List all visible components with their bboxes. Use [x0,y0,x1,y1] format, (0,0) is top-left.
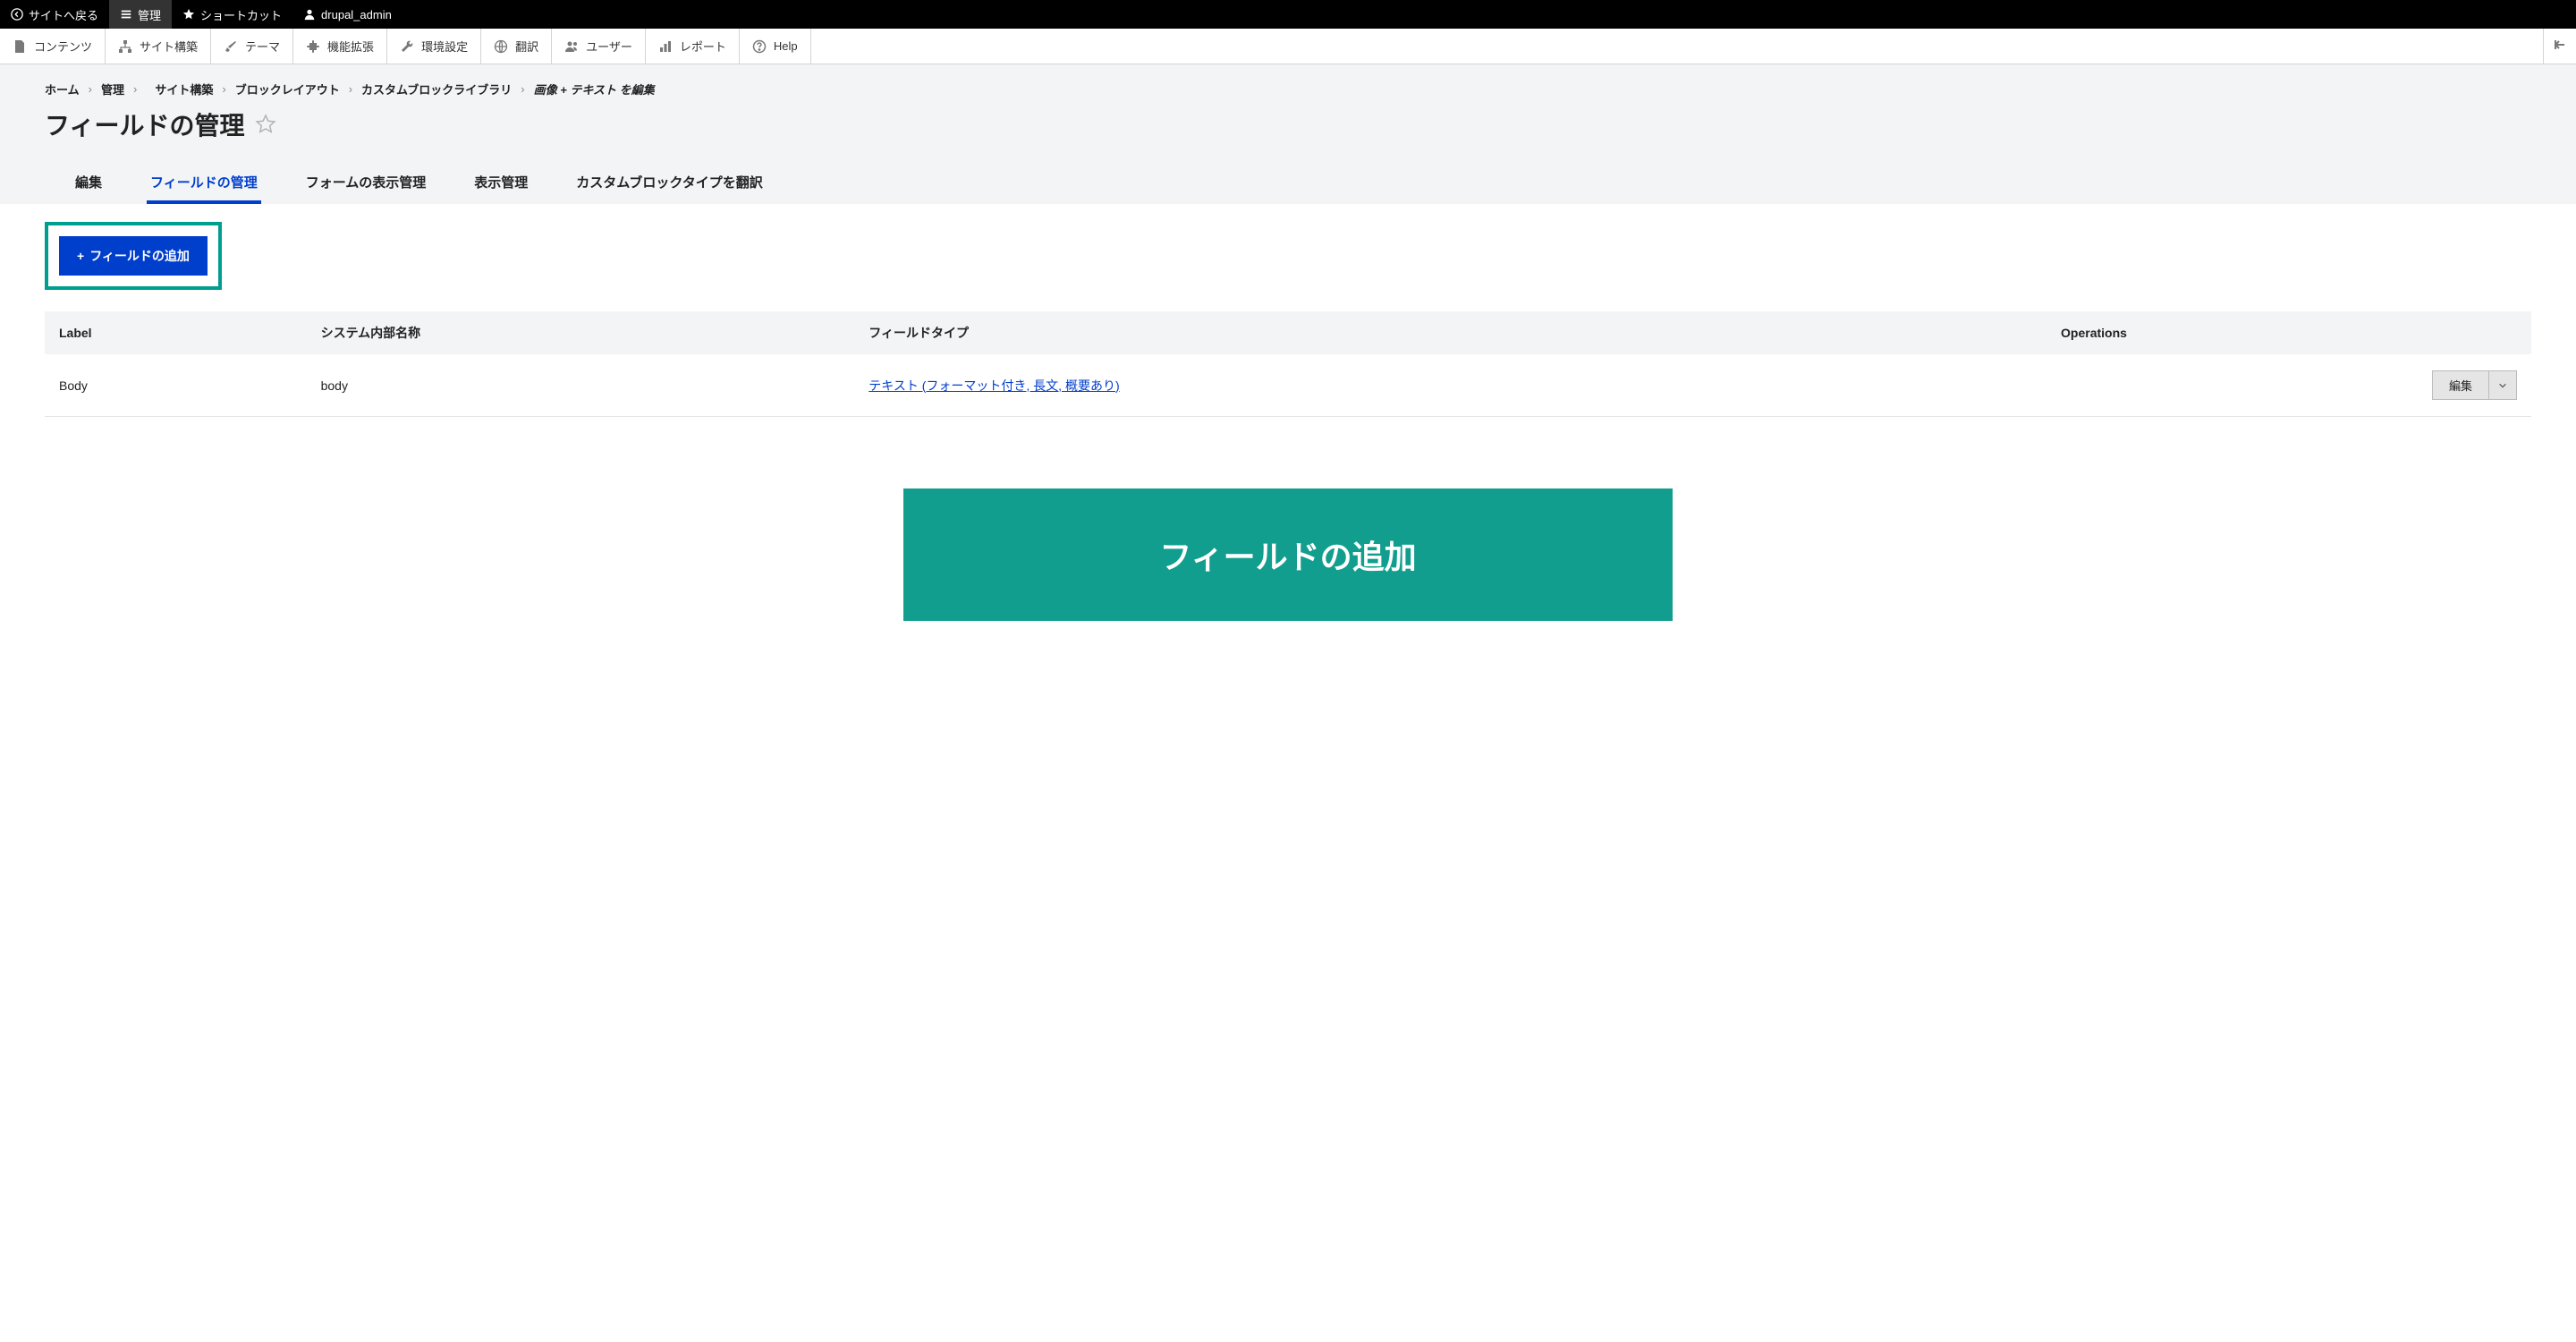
th-machine-name: システム内部名称 [307,311,855,354]
fields-table: Label システム内部名称 フィールドタイプ Operations Body … [45,311,2531,417]
toolbar-structure-label: サイト構築 [140,38,198,55]
instruction-banner: フィールドの追加 [903,488,1673,621]
breadcrumb-current: 画像 + テキスト を編集 [534,81,655,98]
th-field-type: フィールドタイプ [854,311,2046,354]
breadcrumb-sep: › [133,82,137,96]
field-type-link[interactable]: テキスト (フォーマット付き, 長文, 概要あり) [869,378,1119,393]
chevron-down-icon [2498,381,2507,390]
people-icon [564,39,579,54]
user-menu[interactable]: drupal_admin [292,0,402,29]
toolbar-extend-label: 機能拡張 [327,38,374,55]
star-outline-icon[interactable] [255,114,276,135]
toolbar-configuration[interactable]: 環境設定 [387,29,481,64]
brush-icon [224,39,238,54]
shortcuts-label: ショートカット [200,6,282,23]
structure-icon [118,39,132,54]
breadcrumb-item[interactable]: ホーム [45,81,80,98]
breadcrumb-item[interactable]: サイト構築 [155,81,213,98]
page-title: フィールドの管理 [45,106,244,142]
toolbar-extend[interactable]: 機能拡張 [293,29,387,64]
toolbar-help-label: Help [774,39,798,53]
tab-manage-fields[interactable]: フィールドの管理 [147,164,261,204]
breadcrumb-sep: › [349,82,352,96]
star-icon [182,8,195,21]
breadcrumb-item[interactable]: 管理 [101,81,124,98]
arrow-left-icon [2553,38,2567,55]
operations-edit-label[interactable]: 編集 [2433,371,2488,399]
toolbar-appearance-label: テーマ [245,38,280,55]
cell-operations: 編集 [2046,354,2531,417]
help-icon [752,39,767,54]
tab-edit[interactable]: 編集 [72,164,106,204]
toolbar-appearance[interactable]: テーマ [211,29,293,64]
user-label: drupal_admin [321,8,392,21]
breadcrumb: ホーム › 管理 › サイト構築 › ブロックレイアウト › カスタムブロックラ… [45,81,2531,98]
toolbar-translate[interactable]: 翻訳 [481,29,552,64]
toolbar-configuration-label: 環境設定 [421,38,468,55]
add-field-button-label: フィールドの追加 [89,247,190,265]
operations-toggle[interactable] [2488,371,2516,399]
add-field-highlight: + フィールドの追加 [45,222,222,290]
puzzle-icon [306,39,320,54]
tab-translate-block-type[interactable]: カスタムブロックタイプを翻訳 [572,164,767,204]
toolbar-translate-label: 翻訳 [515,38,538,55]
toolbar-orientation-toggle[interactable] [2543,29,2576,64]
cell-machine-name: body [307,354,855,417]
manage-toggle[interactable]: 管理 [109,0,172,29]
operations-dropbutton[interactable]: 編集 [2432,370,2517,400]
content: + フィールドの追加 Label システム内部名称 フィールドタイプ Opera… [0,204,2576,639]
cell-label: Body [45,354,307,417]
back-icon [11,8,23,21]
toolbar-reports[interactable]: レポート [646,29,740,64]
toolbar-content[interactable]: コンテンツ [0,29,106,64]
banner-area: フィールドの追加 [45,488,2531,621]
cell-field-type: テキスト (フォーマット付き, 長文, 概要あり) [854,354,2046,417]
wrench-icon [400,39,414,54]
header-region: ホーム › 管理 › サイト構築 › ブロックレイアウト › カスタムブロックラ… [0,64,2576,204]
toolbar-people[interactable]: ユーザー [552,29,646,64]
breadcrumb-sep: › [222,82,225,96]
page-title-row: フィールドの管理 [45,106,2531,142]
back-to-site[interactable]: サイトへ戻る [0,0,109,29]
toolbar-help[interactable]: Help [740,29,811,64]
toolbar-structure[interactable]: サイト構築 [106,29,211,64]
hamburger-icon [120,8,132,21]
th-operations: Operations [2046,311,2531,354]
breadcrumb-sep: › [89,82,92,96]
shortcuts-link[interactable]: ショートカット [172,0,292,29]
back-to-site-label: サイトへ戻る [29,6,98,23]
toolbar-people-label: ユーザー [586,38,632,55]
breadcrumb-item[interactable]: カスタムブロックライブラリ [361,81,512,98]
add-field-button[interactable]: + フィールドの追加 [59,236,208,276]
admin-topbar: サイトへ戻る 管理 ショートカット drupal_admin [0,0,2576,29]
globe-icon [494,39,508,54]
manage-label: 管理 [138,6,161,23]
toolbar-content-label: コンテンツ [34,38,92,55]
tabs: 編集 フィールドの管理 フォームの表示管理 表示管理 カスタムブロックタイプを翻… [45,164,2531,204]
chart-icon [658,39,673,54]
toolbar-reports-label: レポート [680,38,726,55]
th-label: Label [45,311,307,354]
tab-manage-form-display[interactable]: フォームの表示管理 [302,164,430,204]
tab-manage-display[interactable]: 表示管理 [470,164,531,204]
breadcrumb-item[interactable]: ブロックレイアウト [235,81,340,98]
table-row: Body body テキスト (フォーマット付き, 長文, 概要あり) 編集 [45,354,2531,417]
plus-icon: + [77,249,84,263]
admin-toolbar: コンテンツ サイト構築 テーマ 機能拡張 環境設定 翻訳 ユーザー [0,29,2576,64]
document-icon [13,39,27,54]
user-icon [303,8,316,21]
breadcrumb-sep: › [521,82,524,96]
